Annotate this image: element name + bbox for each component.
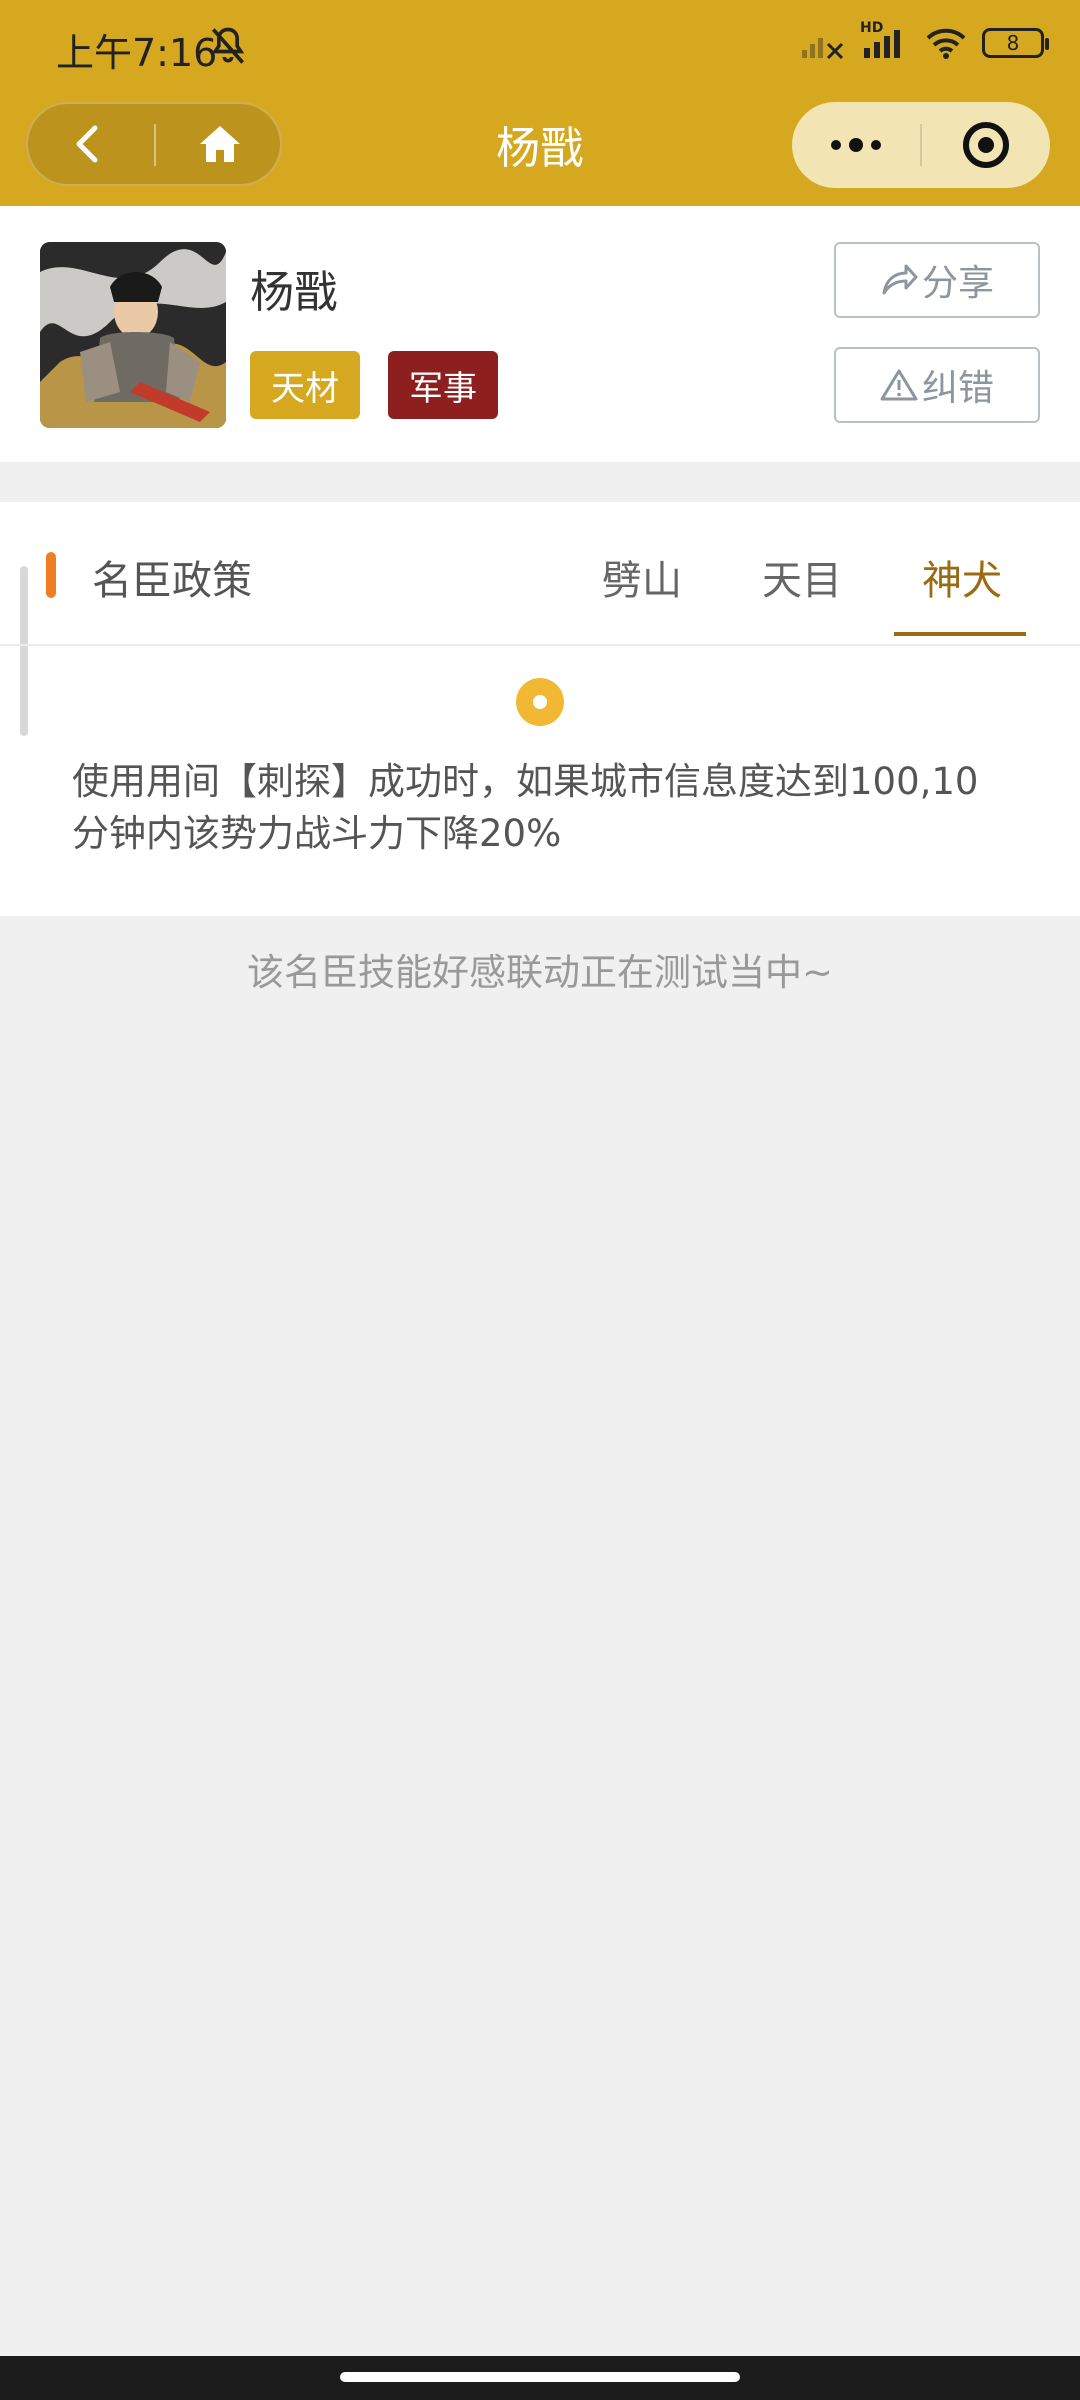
menu-capsule [792, 102, 1050, 188]
hero-profile-card: 杨戬 天材 军事 分享 纠错 [0, 206, 1080, 462]
mute-bell-icon [211, 27, 245, 64]
more-dot-icon [831, 140, 841, 150]
tab-divider [0, 644, 1080, 646]
active-tab-indicator [894, 632, 1026, 636]
page-dot-indicator [516, 678, 564, 726]
status-icons: HD 8 [800, 20, 1049, 60]
skills-section: 名臣政策 劈山 天目 神犬 使用用间【刺探】成功时，如果城市信息度达到100,1… [0, 502, 1080, 916]
share-arrow-icon [882, 264, 918, 295]
home-gesture-bar[interactable] [340, 2372, 740, 2382]
status-time: 上午7:16 [56, 31, 218, 75]
tab-pishan[interactable]: 劈山 [602, 548, 682, 606]
share-button[interactable]: 分享 [834, 242, 1040, 318]
target-icon [963, 122, 1009, 168]
signal-hd-icon: HD [860, 20, 910, 60]
more-dot-icon [871, 140, 881, 150]
battery-icon: 8 [982, 28, 1049, 58]
report-label: 纠错 [921, 368, 994, 409]
report-error-button[interactable]: 纠错 [834, 347, 1040, 423]
section-title: 名臣政策 [92, 558, 252, 604]
scroll-indicator [20, 566, 28, 736]
signal-weak-icon [802, 38, 844, 60]
tab-shenquan[interactable]: 神犬 [922, 548, 1002, 606]
wifi-icon [926, 28, 966, 59]
close-miniprogram-button[interactable] [922, 102, 1050, 188]
gesture-area [0, 2356, 1080, 2400]
more-dot-icon [849, 138, 863, 152]
skill-description: 使用用间【刺探】成功时，如果城市信息度达到100,10分钟内该势力战斗力下降20… [72, 760, 979, 855]
app-header: 上午7:16 HD 8 杨戬 [0, 0, 1080, 206]
tag-talent: 天材 [250, 351, 360, 419]
more-button[interactable] [792, 102, 920, 188]
section-accent-bar [46, 552, 56, 598]
hero-name: 杨戬 [250, 267, 338, 318]
tab-tianmu[interactable]: 天目 [762, 548, 842, 606]
share-label: 分享 [921, 263, 994, 304]
tag-military: 军事 [388, 351, 498, 419]
warning-icon [880, 369, 918, 401]
testing-notice: 该名臣技能好感联动正在测试当中~ [246, 951, 833, 994]
hero-avatar [40, 242, 226, 428]
